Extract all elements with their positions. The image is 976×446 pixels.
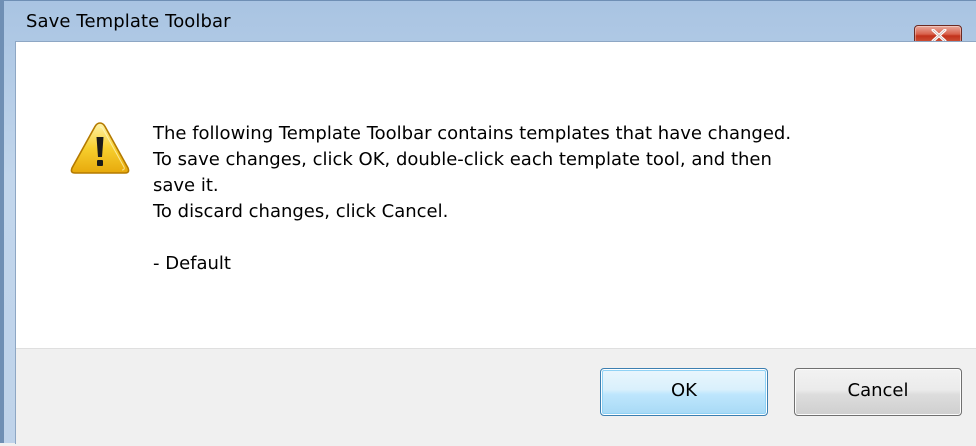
ok-button[interactable]: OK	[600, 368, 768, 416]
message-spacer	[153, 225, 953, 251]
dialog-message: The following Template Toolbar contains …	[153, 121, 953, 277]
cancel-button[interactable]: Cancel	[794, 368, 962, 416]
dialog-window: Save Template Toolbar The following Temp…	[0, 0, 976, 446]
message-line: To save changes, click OK, double-click …	[153, 149, 772, 170]
window-title: Save Template Toolbar	[26, 11, 231, 32]
message-line: save it.	[153, 175, 219, 196]
message-line: The following Template Toolbar contains …	[153, 123, 792, 144]
dialog-content: The following Template Toolbar contains …	[15, 41, 976, 446]
warning-icon	[70, 122, 130, 174]
title-bar[interactable]: Save Template Toolbar	[8, 2, 976, 40]
message-line: To discard changes, click Cancel.	[153, 201, 449, 222]
message-line: - Default	[153, 253, 231, 274]
